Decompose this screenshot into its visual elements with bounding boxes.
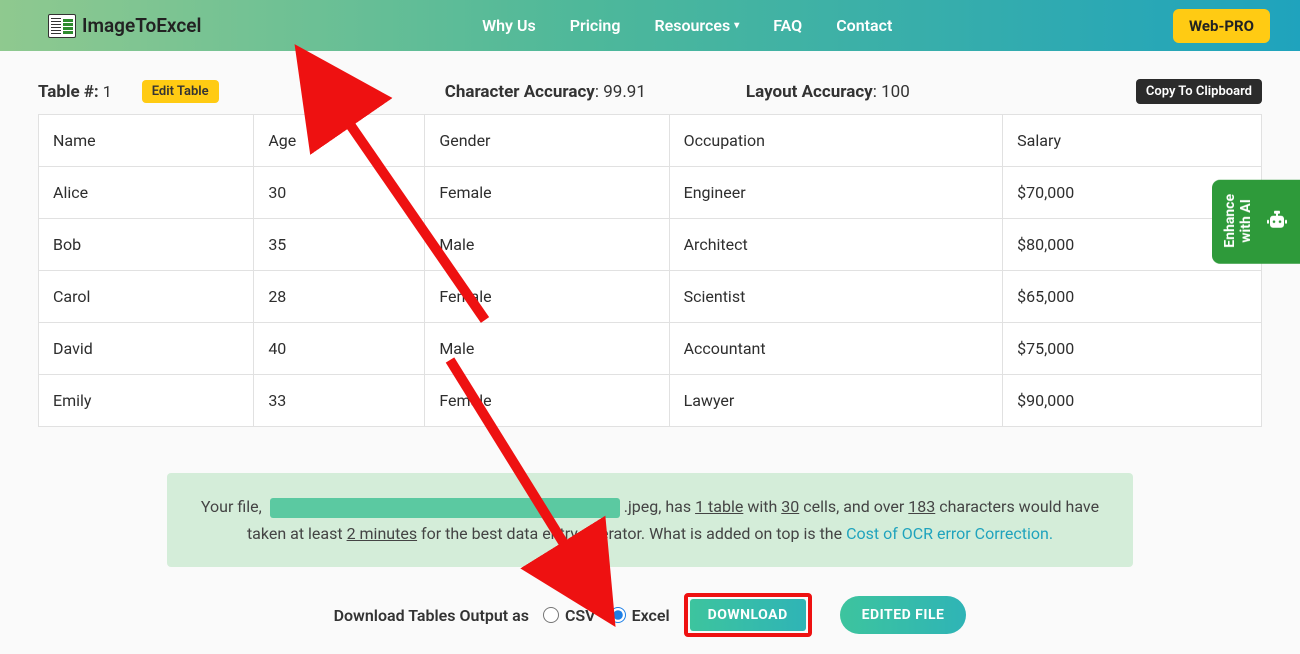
nav-pricing[interactable]: Pricing xyxy=(570,16,621,35)
table-meta-row: Table #: 1 Edit Table Character Accuracy… xyxy=(0,51,1300,114)
enhance-with-ai-tab[interactable]: Enhance with AI xyxy=(1212,180,1300,264)
table-cell: $90,000 xyxy=(1003,375,1262,427)
logo[interactable]: ImageToExcel xyxy=(48,14,201,38)
table-header-row: NameAgeGenderOccupationSalary xyxy=(39,115,1262,167)
table-header-cell: Name xyxy=(39,115,254,167)
table-cell: Male xyxy=(425,323,669,375)
table-cell: Lawyer xyxy=(669,375,1003,427)
table-cell: Emily xyxy=(39,375,254,427)
nav-faq[interactable]: FAQ xyxy=(773,16,802,35)
table-cell: Bob xyxy=(39,219,254,271)
enhance-label: Enhance with AI xyxy=(1222,194,1254,248)
download-row: Download Tables Output as CSV Excel DOWN… xyxy=(0,593,1300,637)
nav-resources[interactable]: Resources▾ xyxy=(654,16,739,35)
table-number: Table #: 1 xyxy=(38,82,112,102)
table-cell: Accountant xyxy=(669,323,1003,375)
table-cell: 28 xyxy=(254,271,425,323)
table-cell: 30 xyxy=(254,167,425,219)
logo-text: ImageToExcel xyxy=(82,14,201,37)
table-cell: Scientist xyxy=(669,271,1003,323)
info-box: Your file, .jpeg, has 1 table with 30 ce… xyxy=(167,473,1133,567)
table-cell: Architect xyxy=(669,219,1003,271)
download-label: Download Tables Output as xyxy=(334,606,529,625)
edit-table-button[interactable]: Edit Table xyxy=(142,80,219,103)
top-nav: ImageToExcel Why Us Pricing Resources▾ F… xyxy=(0,0,1300,51)
table-cell: $75,000 xyxy=(1003,323,1262,375)
table-cell: Carol xyxy=(39,271,254,323)
table-row: Carol28FemaleScientist$65,000 xyxy=(39,271,1262,323)
table-cell: David xyxy=(39,323,254,375)
web-pro-button[interactable]: Web-PRO xyxy=(1173,9,1270,43)
table-cell: Alice xyxy=(39,167,254,219)
table-row: Alice30FemaleEngineer$70,000 xyxy=(39,167,1262,219)
chevron-down-icon: ▾ xyxy=(734,20,739,31)
copy-to-clipboard-button[interactable]: Copy To Clipboard xyxy=(1136,79,1262,104)
table-row: Emily33FemaleLawyer$90,000 xyxy=(39,375,1262,427)
table-cell: Male xyxy=(425,219,669,271)
redacted-filename xyxy=(270,498,620,518)
table-cell: Female xyxy=(425,375,669,427)
logo-icon xyxy=(48,14,76,38)
data-table: NameAgeGenderOccupationSalaryAlice30Fema… xyxy=(38,114,1262,427)
csv-radio[interactable]: CSV xyxy=(543,606,596,625)
table-cell: $65,000 xyxy=(1003,271,1262,323)
nav-contact[interactable]: Contact xyxy=(836,16,892,35)
table-header-cell: Gender xyxy=(425,115,669,167)
table-cell: 35 xyxy=(254,219,425,271)
download-button-highlight: DOWNLOAD xyxy=(684,593,812,637)
excel-radio[interactable]: Excel xyxy=(610,606,670,625)
table-cell: Female xyxy=(425,167,669,219)
nav-why-us[interactable]: Why Us xyxy=(482,16,536,35)
table-header-cell: Salary xyxy=(1003,115,1262,167)
table-row: Bob35MaleArchitect$80,000 xyxy=(39,219,1262,271)
table-cell: 40 xyxy=(254,323,425,375)
download-button[interactable]: DOWNLOAD xyxy=(690,599,806,631)
ocr-cost-link[interactable]: Cost of OCR error Correction. xyxy=(846,524,1053,543)
table-cell: Female xyxy=(425,271,669,323)
character-accuracy: Character Accuracy: 99.91 xyxy=(445,82,646,102)
table-header-cell: Age xyxy=(254,115,425,167)
table-cell: 33 xyxy=(254,375,425,427)
edited-file-button[interactable]: EDITED FILE xyxy=(840,596,967,634)
robot-icon xyxy=(1264,208,1290,234)
layout-accuracy: Layout Accuracy: 100 xyxy=(746,82,910,102)
table-row: David40MaleAccountant$75,000 xyxy=(39,323,1262,375)
table-cell: Engineer xyxy=(669,167,1003,219)
table-header-cell: Occupation xyxy=(669,115,1003,167)
